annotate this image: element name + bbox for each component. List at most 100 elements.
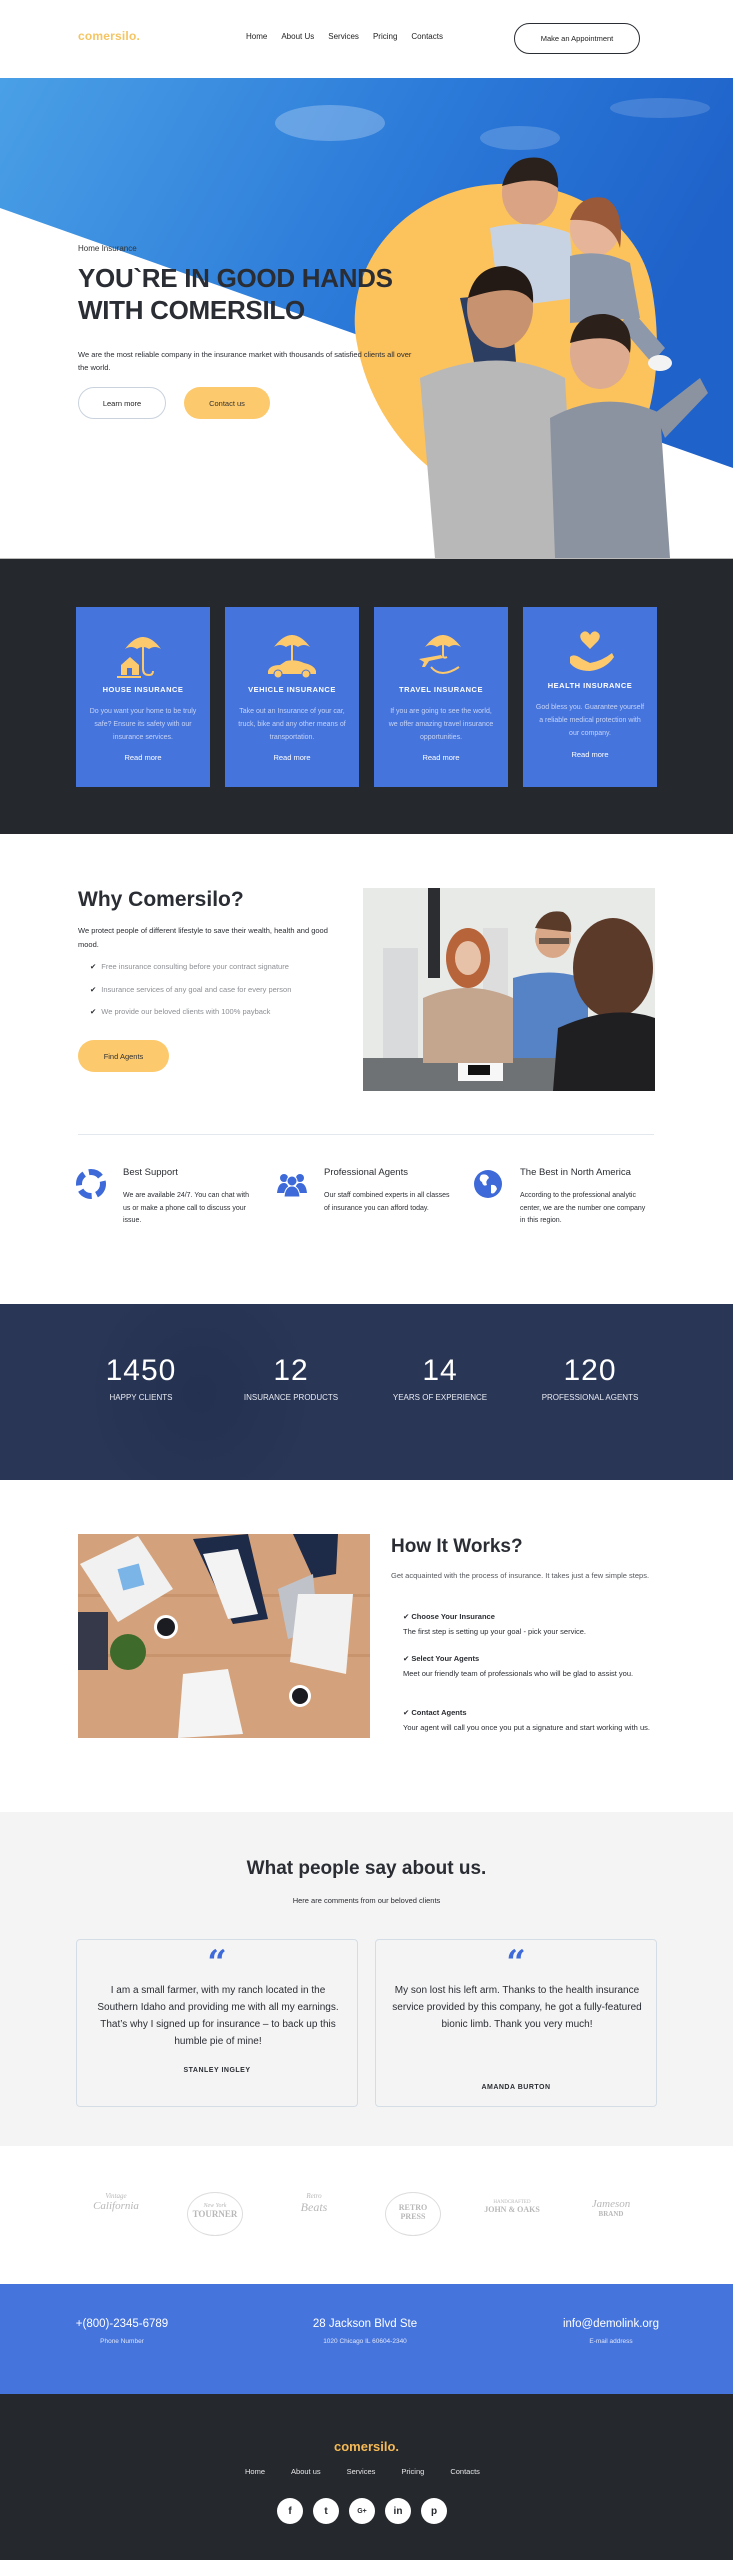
contact-us-button[interactable]: Contact us	[184, 387, 270, 419]
feature-title: Best Support	[123, 1167, 178, 1178]
make-appointment-button[interactable]: Make an Appointment	[514, 23, 640, 54]
how-description: Get acquainted with the process of insur…	[391, 1571, 650, 1580]
pinterest-icon[interactable]: p	[421, 2498, 447, 2524]
facebook-icon[interactable]: f	[277, 2498, 303, 2524]
testimonial-author: STANLEY INGLEY	[183, 2067, 251, 2074]
umbrella-car-icon	[268, 635, 316, 679]
main-nav: Home About Us Services Pricing Contacts	[246, 32, 443, 41]
feature-text: We are available 24/7. You can chat with…	[123, 1192, 249, 1224]
stat-label: HAPPY CLIENTS	[109, 1393, 173, 1402]
why-title: Why Comersilo?	[78, 888, 244, 911]
find-agents-button[interactable]: Find Agents	[78, 1040, 169, 1072]
how-step: ✔ Contact Agents Your agent will call yo…	[403, 1708, 650, 1732]
why-point: ✔ Free insurance consulting before your c…	[90, 962, 291, 985]
stat-insurance-products: 12 INSURANCE PRODUCTS	[216, 1354, 366, 1402]
logo[interactable]: comersilo.	[78, 29, 140, 43]
footer-nav-about[interactable]: About us	[291, 2467, 321, 2476]
services-section: HOUSE INSURANCE Do you want your home to…	[0, 558, 733, 834]
footer-nav-home[interactable]: Home	[245, 2467, 265, 2476]
service-card-travel[interactable]: TRAVEL INSURANCE If you are going to see…	[374, 607, 508, 787]
footer-nav-services[interactable]: Services	[347, 2467, 376, 2476]
nav-about[interactable]: About Us	[281, 32, 314, 41]
read-more-link[interactable]: Read more	[523, 750, 657, 759]
feature-text: According to the professional analytic c…	[520, 1192, 646, 1224]
how-step: ✔ Select Your Agents Meet our friendly t…	[403, 1654, 634, 1678]
read-more-link[interactable]: Read more	[225, 753, 359, 762]
brand-logo-retro-beats: Retro Beats	[300, 2192, 328, 2214]
testimonial-author: AMANDA BURTON	[481, 2084, 551, 2091]
heart-hand-icon	[570, 631, 614, 671]
stat-years-experience: 14 YEARS OF EXPERIENCE	[365, 1354, 515, 1402]
nav-services[interactable]: Services	[328, 32, 359, 41]
brand-logo-jameson: Jameson BRAND	[591, 2198, 631, 2218]
learn-more-button[interactable]: Learn more	[78, 387, 166, 419]
email-address[interactable]: info@demolink.org	[548, 2318, 674, 2330]
stat-label: PROFESSIONAL AGENTS	[541, 1393, 639, 1402]
umbrella-plane-icon	[419, 635, 461, 674]
service-title: HOUSE INSURANCE	[102, 685, 184, 694]
users-icon	[277, 1174, 307, 1198]
testimonial-card: “ I am a small farmer, with my ranch loc…	[76, 1939, 358, 2107]
contact-email: info@demolink.org E-mail address	[548, 2318, 674, 2345]
feature-text: Our staff combined experts in all classe…	[324, 1192, 450, 1212]
service-card-vehicle[interactable]: VEHICLE INSURANCE Take out an Insurance …	[225, 607, 359, 787]
feature-title: The Best in North America	[520, 1167, 631, 1178]
quote-icon: “	[506, 1943, 526, 1983]
testimonials-subtitle: Here are comments from our beloved clien…	[292, 1896, 441, 1905]
hero-section: Home Insurance YOU`RE IN GOOD HANDS WITH…	[0, 78, 733, 558]
linkedin-icon[interactable]: in	[385, 2498, 411, 2524]
footer-nav-pricing[interactable]: Pricing	[401, 2467, 424, 2476]
read-more-link[interactable]: Read more	[76, 753, 210, 762]
footer-nav: Home About us Services Pricing Contacts	[245, 2467, 480, 2476]
service-text: Do you want your home to be truly safe? …	[89, 708, 197, 741]
footer-logo[interactable]: comersilo.	[0, 2439, 733, 2454]
social-links: f t G+ in p	[277, 2498, 447, 2524]
hero-kicker: Home Insurance	[78, 244, 137, 253]
hero-title: YOU`RE IN GOOD HANDS WITH COMERSILO	[78, 263, 393, 325]
nav-home[interactable]: Home	[246, 32, 267, 41]
service-title: HEALTH INSURANCE	[547, 681, 633, 690]
address-line-1: 28 Jackson Blvd Ste	[312, 2318, 418, 2330]
phone-number[interactable]: +(800)-2345-6789	[60, 2318, 184, 2330]
twitter-icon[interactable]: t	[313, 2498, 339, 2524]
umbrella-house-icon	[117, 637, 161, 678]
nav-pricing[interactable]: Pricing	[373, 32, 397, 41]
why-description: We protect people of different lifestyle…	[78, 926, 328, 949]
stats-section: 1450 HAPPY CLIENTS 12 INSURANCE PRODUCTS…	[0, 1304, 733, 1480]
testimonial-card: “ My son lost his left arm. Thanks to th…	[375, 1939, 657, 2107]
brand-logo-john-oaks: HANDCRAFTED JOHN & OAKS	[484, 2200, 540, 2214]
lifebuoy-icon	[76, 1169, 106, 1199]
service-text: If you are going to see the world, we of…	[388, 708, 494, 741]
google-plus-icon[interactable]: G+	[349, 2498, 375, 2524]
feature-title: Professional Agents	[324, 1167, 408, 1178]
address-line-2: 1020 Chicago IL 60604-2340	[323, 2338, 407, 2345]
testimonial-text: I am a small farmer, with my ranch locat…	[97, 1985, 339, 2047]
testimonial-text: My son lost his left arm. Thanks to the …	[392, 1985, 642, 2030]
service-title: VEHICLE INSURANCE	[248, 685, 336, 694]
quote-icon: “	[207, 1943, 227, 1983]
why-points: ✔ Free insurance consulting before your c…	[90, 962, 291, 1030]
stat-value: 12	[273, 1354, 309, 1387]
service-card-house[interactable]: HOUSE INSURANCE Do you want your home to…	[76, 607, 210, 787]
email-label: E-mail address	[589, 2338, 633, 2345]
brand-logo-tourner: New York TOURNER	[187, 2192, 243, 2236]
read-more-link[interactable]: Read more	[374, 753, 508, 762]
service-card-health[interactable]: HEALTH INSURANCE God bless you. Guarante…	[523, 607, 657, 787]
service-text: God bless you. Guarantee yourself a reli…	[535, 704, 645, 737]
why-point: ✔ Insurance services of any goal and case…	[90, 985, 291, 1008]
testimonials-section: What people say about us. Here are comme…	[0, 1812, 733, 2146]
stat-value: 120	[563, 1354, 617, 1387]
brand-logo-retro-press: RETRO PRESS	[385, 2192, 441, 2236]
brand-logos: Vintage California New York TOURNER Retr…	[0, 2146, 733, 2284]
site-footer: comersilo. Home About us Services Pricin…	[0, 2394, 733, 2560]
check-icon: ✔	[90, 1007, 97, 1016]
check-icon: ✔	[90, 962, 97, 971]
desk-meeting-photo	[78, 1534, 370, 1738]
nav-contacts[interactable]: Contacts	[411, 32, 443, 41]
section-divider	[78, 1134, 654, 1135]
service-title: TRAVEL INSURANCE	[399, 685, 483, 694]
footer-nav-contacts[interactable]: Contacts	[450, 2467, 480, 2476]
stat-label: YEARS OF EXPERIENCE	[392, 1393, 488, 1402]
phone-label: Phone Number	[100, 2338, 144, 2345]
contact-address: 28 Jackson Blvd Ste 1020 Chicago IL 6060…	[290, 2318, 440, 2345]
